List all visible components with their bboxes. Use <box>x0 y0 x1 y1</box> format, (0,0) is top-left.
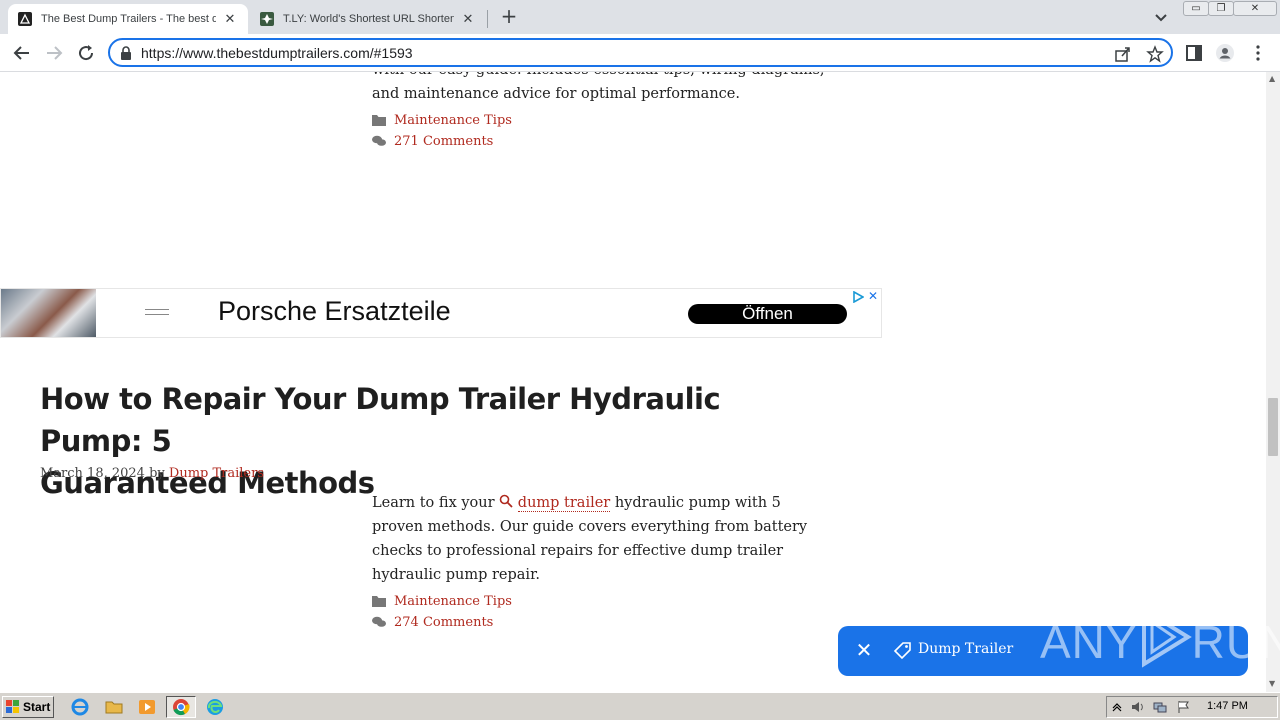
post-title-line[interactable]: How to Repair Your Dump Trailer Hydrauli… <box>40 378 800 462</box>
excerpt-line: Learn to fix your dump trailer hydraulic… <box>372 491 832 515</box>
bookmark-star-icon[interactable] <box>1146 45 1164 63</box>
forward-arrow-icon[interactable] <box>42 41 66 65</box>
reload-icon[interactable] <box>74 41 98 65</box>
keyword-link[interactable]: dump trailer <box>517 495 611 512</box>
system-tray: 1:47 PM <box>1106 696 1278 718</box>
prev-post-category: Maintenance Tips <box>372 110 512 130</box>
kebab-menu-icon[interactable] <box>1248 43 1268 63</box>
network-icon[interactable] <box>1153 700 1167 714</box>
start-label: Start <box>23 700 51 714</box>
window-minimize-button[interactable]: ▭ <box>1183 1 1209 16</box>
volume-icon[interactable] <box>1131 700 1145 714</box>
ad-logo <box>145 309 169 315</box>
ad-headline[interactable]: Porsche Ersatzteile <box>218 296 451 327</box>
excerpt-line: proven methods. Our guide covers everyth… <box>372 519 808 535</box>
tab-title: The Best Dump Trailers - The best du <box>41 13 216 25</box>
ad-image[interactable] <box>1 289 96 337</box>
watermark-text-left: ANY <box>1040 616 1138 668</box>
scroll-up-arrow-icon[interactable]: ▲ <box>1269 75 1277 83</box>
file-explorer-icon[interactable] <box>103 697 125 717</box>
search-icon <box>499 494 513 508</box>
tag-icon <box>893 642 911 660</box>
category-link[interactable]: Maintenance Tips <box>394 594 512 609</box>
site-favicon-icon <box>18 12 32 26</box>
edge-icon[interactable] <box>204 697 226 717</box>
post-excerpt: Learn to fix your dump trailer hydraulic… <box>372 491 832 587</box>
author-link[interactable]: Dump Trailers <box>169 466 264 481</box>
play-logo-icon <box>1141 606 1192 668</box>
comments-link[interactable]: 274 Comments <box>394 615 493 630</box>
windows-taskbar: Start 1:47 PM <box>0 692 1280 720</box>
action-center-flag-icon[interactable] <box>1177 700 1191 714</box>
excerpt-line: hydraulic pump repair. <box>372 567 541 583</box>
window-restore-button[interactable]: ❐ <box>1208 1 1234 16</box>
post-by: by <box>149 466 165 481</box>
back-arrow-icon[interactable] <box>10 41 34 65</box>
media-player-icon[interactable] <box>136 697 158 717</box>
watermark-text-right: RUN <box>1191 616 1280 668</box>
side-panel-icon[interactable] <box>1184 43 1204 63</box>
excerpt-line: and maintenance advice for optimal perfo… <box>372 86 740 102</box>
tab-title: T.LY: World's Shortest URL Shortene <box>283 13 454 25</box>
lock-icon[interactable] <box>120 46 132 60</box>
excerpt-line: checks to professional repairs for effec… <box>372 543 784 559</box>
prev-post-excerpt: with our easy guide. Includes essential … <box>372 72 832 106</box>
windows-logo-icon <box>6 700 19 713</box>
tab-close-icon[interactable]: ✕ <box>222 11 238 27</box>
tly-favicon-icon <box>260 12 274 26</box>
page-scrollbar[interactable]: ▲ ▼ <box>1266 72 1280 692</box>
chrome-taskbar-button[interactable] <box>166 696 196 718</box>
browser-toolbar <box>0 34 1280 72</box>
post-title[interactable]: How to Repair Your Dump Trailer Hydrauli… <box>40 378 800 504</box>
internet-explorer-icon[interactable] <box>69 697 91 717</box>
comments-icon <box>372 135 386 146</box>
tab-tly[interactable]: T.LY: World's Shortest URL Shortene ✕ <box>250 4 486 34</box>
tray-expand-icon[interactable] <box>1110 700 1124 714</box>
tab-best-dump-trailers[interactable]: The Best Dump Trailers - The best du ✕ <box>8 4 248 34</box>
window-close-button[interactable]: ✕ <box>1233 1 1277 16</box>
post-category: Maintenance Tips <box>372 591 512 611</box>
share-icon[interactable] <box>1114 45 1132 63</box>
post-comments: 274 Comments <box>372 612 493 632</box>
post-meta: March 18, 2024 by Dump Trailers <box>40 466 264 481</box>
comments-link[interactable]: 271 Comments <box>394 134 493 149</box>
excerpt-text: Learn to fix your <box>372 495 495 511</box>
comments-icon <box>372 616 386 627</box>
folder-icon <box>372 115 386 126</box>
pill-label[interactable]: Dump Trailer <box>918 641 1013 657</box>
tab-close-icon[interactable]: ✕ <box>460 11 476 27</box>
url-input[interactable] <box>141 43 1041 63</box>
post-date: March 18, 2024 <box>40 466 145 481</box>
excerpt-line: with our easy guide. Includes essential … <box>372 72 832 82</box>
tab-search-chevron-down-icon[interactable] <box>1152 8 1170 26</box>
anyrun-watermark: ANY RUN <box>1040 606 1280 669</box>
chrome-icon <box>173 699 190 716</box>
category-link[interactable]: Maintenance Tips <box>394 113 512 128</box>
address-bar[interactable] <box>108 38 1173 67</box>
web-page: with our easy guide. Includes essential … <box>0 72 1266 692</box>
scroll-down-arrow-icon[interactable]: ▼ <box>1269 680 1277 688</box>
ad-close-icon[interactable]: ✕ <box>868 290 880 302</box>
ad-banner[interactable]: Porsche Ersatzteile Öffnen ✕ <box>0 288 882 338</box>
tab-separator <box>487 10 488 28</box>
clock[interactable]: 1:47 PM <box>1207 700 1248 712</box>
scrollbar-thumb[interactable] <box>1268 398 1278 456</box>
pill-close-icon[interactable]: ✕ <box>854 640 874 660</box>
ad-open-button[interactable]: Öffnen <box>688 304 847 324</box>
folder-icon <box>372 596 386 607</box>
new-tab-button[interactable]: + <box>498 6 520 28</box>
excerpt-text: hydraulic pump with 5 <box>614 495 781 511</box>
start-button[interactable]: Start <box>2 696 54 718</box>
tab-strip: The Best Dump Trailers - The best du ✕ T… <box>0 0 1280 34</box>
profile-avatar-icon[interactable] <box>1215 43 1235 63</box>
prev-post-comments: 271 Comments <box>372 131 493 151</box>
adchoices-icon[interactable] <box>852 291 864 303</box>
